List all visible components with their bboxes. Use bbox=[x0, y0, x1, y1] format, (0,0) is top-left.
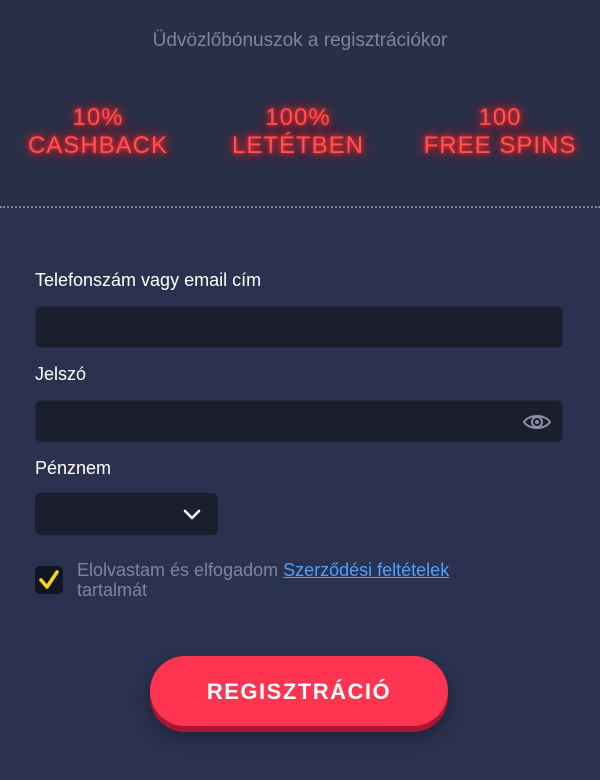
bonus-value: 100 bbox=[478, 104, 522, 131]
login-field[interactable] bbox=[35, 306, 563, 348]
password-field[interactable] bbox=[35, 400, 563, 442]
currency-label: Pénznem bbox=[35, 458, 112, 478]
bonus-cashback: 10% CASHBACK bbox=[16, 104, 180, 160]
eye-icon[interactable] bbox=[522, 410, 552, 434]
login-input[interactable] bbox=[36, 307, 562, 347]
password-label: Jelszó bbox=[35, 364, 87, 384]
terms-text-after: tartalmát bbox=[77, 580, 148, 600]
register-button[interactable]: REGISZTRÁCIÓ bbox=[150, 656, 448, 726]
bonus-banner: Üdvözlőbónuszok a regisztrációkor 10% CA… bbox=[0, 0, 600, 208]
terms-text-before: Elolvastam és elfogadom bbox=[77, 560, 284, 580]
bonus-label: FREE SPINS bbox=[423, 132, 577, 159]
terms-checkbox[interactable] bbox=[35, 566, 63, 594]
bonus-value: 10% bbox=[72, 104, 124, 131]
welcome-title: Üdvözlőbónuszok a regisztrációkor bbox=[152, 30, 448, 51]
bonus-free-spins: 100 FREE SPINS bbox=[414, 104, 586, 160]
currency-select[interactable] bbox=[35, 493, 218, 535]
password-input[interactable] bbox=[36, 401, 562, 441]
checkmark-icon bbox=[39, 570, 59, 589]
terms-text: Elolvastam és elfogadom Szerződési felté… bbox=[77, 560, 537, 600]
dotted-divider bbox=[0, 206, 600, 208]
bonus-value: 100% bbox=[265, 104, 331, 131]
terms-link[interactable]: Szerződési feltételek bbox=[283, 560, 449, 580]
chevron-down-icon bbox=[182, 506, 202, 522]
bonus-deposit: 100% LETÉTBEN bbox=[216, 104, 380, 160]
bonus-label: CASHBACK bbox=[27, 132, 169, 159]
bonus-label: LETÉTBEN bbox=[231, 132, 365, 159]
login-label: Telefonszám vagy email cím bbox=[35, 270, 262, 290]
